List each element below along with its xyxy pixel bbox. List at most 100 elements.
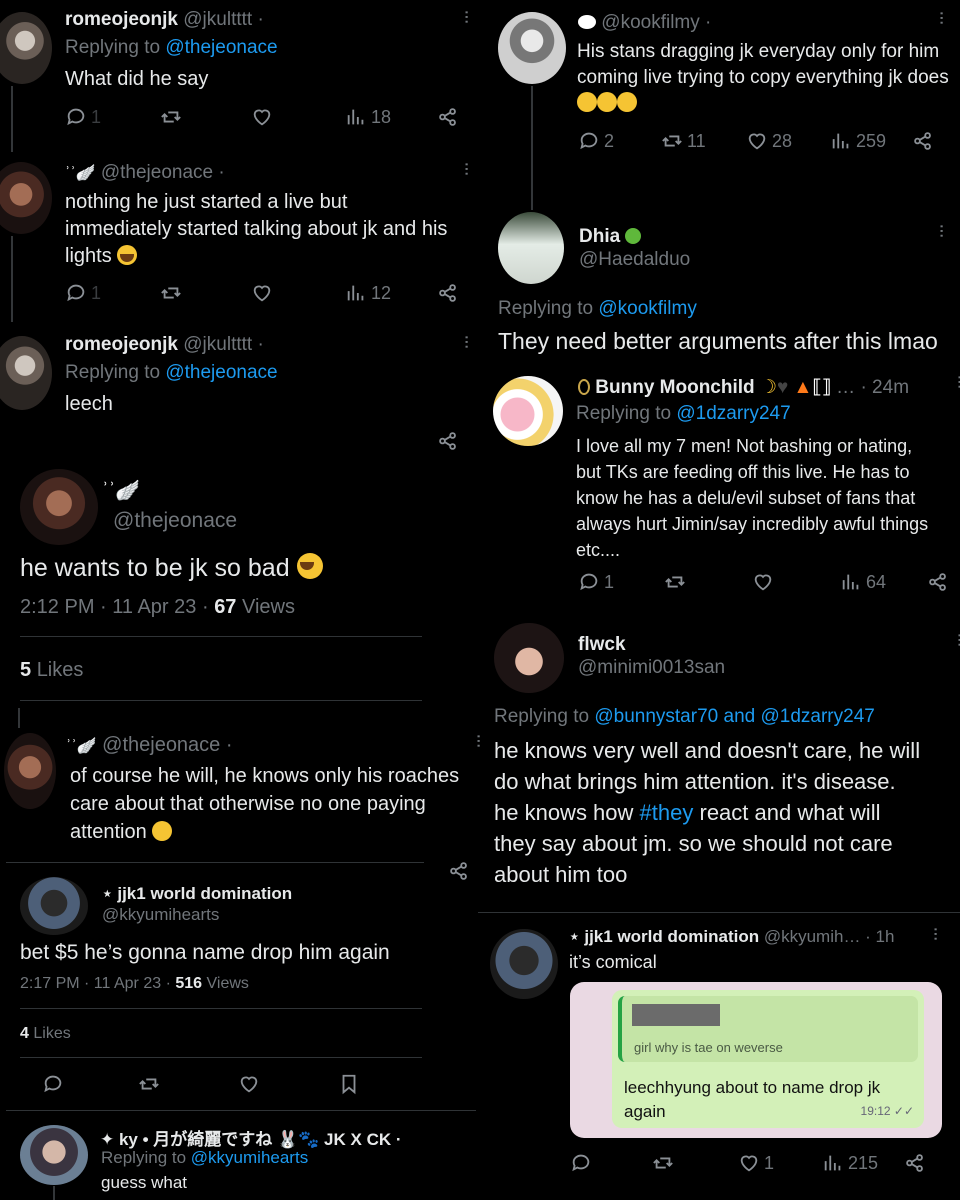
tweet-text-line: he wants to be jk so bad: [20, 554, 290, 582]
mention-link[interactable]: @kkyumihearts: [191, 1148, 308, 1167]
attached-image[interactable]: girl why is tae on weverse leechhyung ab…: [570, 982, 942, 1138]
handle[interactable]: @kkyumihearts: [102, 905, 219, 925]
more-icon[interactable]: ···: [949, 374, 960, 388]
avatar[interactable]: [20, 877, 88, 935]
timestamp[interactable]: 2:17 PM · 11 Apr 23 ·: [20, 975, 171, 992]
avatar[interactable]: [0, 162, 52, 234]
handle[interactable]: @Haedalduo: [579, 249, 690, 271]
handle[interactable]: @minimi0013san: [578, 657, 725, 679]
likes-summary[interactable]: 4 Likes: [20, 1025, 71, 1043]
tweet-text-line: immediately started talking about jk and…: [65, 218, 448, 240]
retweet-button[interactable]: [138, 1073, 160, 1095]
like-button[interactable]: 1: [738, 1152, 774, 1174]
tweet-text: he wants to be jk so bad: [20, 553, 323, 583]
share-icon: [439, 284, 456, 302]
handle[interactable]: @kookfilmy ·: [601, 12, 711, 33]
hashtag-link[interactable]: #they: [640, 800, 694, 825]
avatar[interactable]: [494, 623, 564, 693]
handle[interactable]: @jkultttt ·: [183, 334, 264, 355]
share-button[interactable]: [927, 571, 949, 593]
reply-button[interactable]: 1: [65, 106, 101, 128]
retweet-button[interactable]: 11: [661, 130, 706, 152]
like-button[interactable]: [251, 282, 273, 304]
double-check-icon: ✓✓: [893, 1104, 914, 1118]
tweet-text-line: I love all my 7 men! Not bashing or hati…: [576, 436, 913, 456]
mention-link[interactable]: @thejeonace: [165, 362, 277, 383]
handle[interactable]: @thejeonace ·: [102, 734, 232, 756]
bookmark-button[interactable]: [338, 1073, 360, 1095]
retweet-button[interactable]: [160, 106, 182, 128]
handle[interactable]: @jkultttt ·: [183, 9, 264, 30]
handle[interactable]: @kkyumih… · 1h: [764, 927, 895, 946]
display-name[interactable]: Dhia: [579, 226, 642, 248]
avatar[interactable]: [0, 336, 52, 410]
handle[interactable]: @thejeonace ·: [101, 162, 225, 183]
retweet-button[interactable]: [664, 571, 686, 593]
display-name[interactable]: romeojeonjk: [65, 334, 178, 355]
chat-bubble: girl why is tae on weverse leechhyung ab…: [612, 990, 924, 1128]
mention-link[interactable]: @thejeonace: [165, 37, 277, 58]
like-button[interactable]: [752, 571, 774, 593]
avatar[interactable]: [0, 12, 52, 84]
chat-text-line: leechhyung about to name drop jk: [624, 1078, 881, 1097]
display-name[interactable]: Bunny Moonchild: [595, 377, 754, 398]
display-name[interactable]: ⋆ jjk1 world domination: [569, 927, 759, 946]
avatar[interactable]: [498, 212, 564, 284]
display-name[interactable]: ⋆ jjk1 world domination: [102, 884, 292, 904]
avatar[interactable]: [4, 733, 56, 809]
more-icon[interactable]: ···: [931, 223, 953, 237]
views-icon: [824, 1155, 841, 1171]
tweet-text-line: attention: [70, 821, 147, 843]
reply-button[interactable]: 1: [65, 282, 101, 304]
mention-link[interactable]: @1dzarry247: [676, 403, 790, 424]
timestamp[interactable]: 2:12 PM · 11 Apr 23 ·: [20, 596, 209, 618]
more-icon[interactable]: ···: [468, 733, 490, 747]
avatar[interactable]: [20, 469, 98, 545]
share-button[interactable]: [448, 860, 470, 882]
like-button[interactable]: 28: [746, 130, 792, 152]
tweet-header: ⋆ jjk1 world domination @kkyumih… · 1h: [569, 927, 894, 947]
like-button[interactable]: [238, 1073, 260, 1095]
views-button[interactable]: 215: [822, 1152, 878, 1174]
avatar[interactable]: [20, 1125, 88, 1185]
more-icon[interactable]: ···: [925, 926, 947, 940]
mention-link[interactable]: @bunnystar70: [594, 706, 718, 727]
views-button[interactable]: 18: [345, 106, 391, 128]
avatar[interactable]: [498, 12, 566, 84]
more-icon[interactable]: ···: [456, 334, 478, 348]
views-button[interactable]: 259: [830, 130, 886, 152]
likes-summary[interactable]: 5 Likes: [20, 659, 83, 682]
views-button[interactable]: 12: [345, 282, 391, 304]
avatar[interactable]: [490, 929, 558, 999]
share-button[interactable]: [437, 106, 459, 128]
reply-icon: [572, 1154, 590, 1172]
wing-icon: ʾʾ🪽: [66, 738, 97, 755]
like-button[interactable]: [251, 106, 273, 128]
retweet-button[interactable]: [160, 282, 182, 304]
more-icon[interactable]: ···: [931, 10, 953, 24]
reply-button[interactable]: [42, 1073, 64, 1095]
reply-button[interactable]: 1: [578, 571, 614, 593]
share-button[interactable]: [437, 282, 459, 304]
share-button[interactable]: [912, 130, 934, 152]
display-name[interactable]: flwck: [578, 634, 626, 656]
more-icon[interactable]: ···: [949, 632, 960, 646]
reply-button[interactable]: 2: [578, 130, 614, 152]
replying-label: Replying to: [65, 362, 161, 383]
display-name[interactable]: romeojeonjk: [65, 9, 178, 30]
share-button[interactable]: [904, 1152, 926, 1174]
mention-link[interactable]: @kookfilmy: [598, 298, 696, 319]
retweet-button[interactable]: [652, 1152, 674, 1174]
mention-link[interactable]: @1dzarry247: [760, 706, 874, 727]
timestamp[interactable]: … · 24m: [836, 377, 909, 398]
handle[interactable]: @thejeonace: [113, 509, 237, 533]
display-name[interactable]: ✦ ky • 月が綺麗ですね 🐰🐾 JK X CK ·: [100, 1125, 402, 1150]
views-button[interactable]: 64: [840, 571, 886, 593]
share-button[interactable]: [437, 430, 459, 452]
reply-icon: [580, 573, 598, 591]
views-icon: [347, 109, 364, 125]
avatar[interactable]: [493, 376, 563, 446]
more-icon[interactable]: ···: [456, 9, 478, 23]
more-icon[interactable]: ···: [456, 161, 478, 175]
reply-button[interactable]: [570, 1152, 592, 1174]
